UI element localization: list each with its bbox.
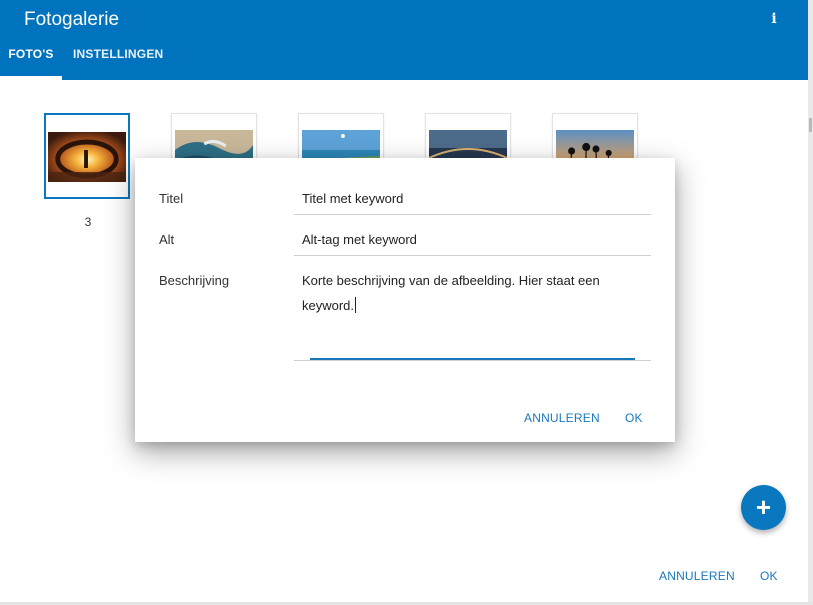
description-label: Beschrijving <box>159 273 230 288</box>
description-text: Korte beschrijving van de afbeelding. Hi… <box>302 273 600 313</box>
title-label: Titel <box>159 191 184 206</box>
alt-input[interactable]: Alt-tag met keyword <box>302 232 417 247</box>
edit-photo-dialog: Titel Titel met keyword Alt Alt-tag met … <box>135 158 675 442</box>
dialog-cancel-button[interactable]: ANNULEREN <box>524 411 600 425</box>
plus-icon: + <box>755 492 772 522</box>
scrollbar-track[interactable] <box>808 0 813 605</box>
footer-cancel-button[interactable]: ANNULEREN <box>659 569 735 583</box>
thumbnail-sunset-sculpture[interactable] <box>44 113 130 199</box>
info-icon[interactable]: i <box>766 10 782 28</box>
gallery-window: Fotogalerie i FOTO'S INSTELLINGEN 3 + AN… <box>0 0 808 602</box>
page-title: Fotogalerie <box>24 9 120 30</box>
scrollbar-thumb[interactable] <box>809 118 812 132</box>
title-underline <box>294 214 651 215</box>
alt-underline <box>294 255 651 256</box>
description-underline <box>294 360 651 361</box>
text-caret <box>355 297 357 313</box>
description-focus-line <box>310 358 635 360</box>
selected-count: 3 <box>84 215 92 229</box>
tab-photos[interactable]: FOTO'S <box>0 38 62 80</box>
add-photo-button[interactable]: + <box>741 485 786 530</box>
dialog-ok-button[interactable]: OK <box>625 411 643 425</box>
title-input[interactable]: Titel met keyword <box>302 191 403 206</box>
tab-settings[interactable]: INSTELLINGEN <box>62 38 174 80</box>
sunset-sculpture-photo <box>48 132 126 182</box>
description-textarea[interactable]: Korte beschrijving van de afbeelding. Hi… <box>302 268 637 318</box>
alt-label: Alt <box>159 232 175 247</box>
footer-ok-button[interactable]: OK <box>760 569 778 583</box>
active-tab-indicator <box>0 76 62 80</box>
app-header: Fotogalerie i FOTO'S INSTELLINGEN <box>0 0 808 80</box>
